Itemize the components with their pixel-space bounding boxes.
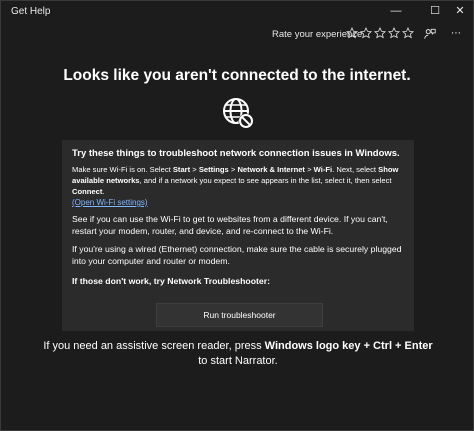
more-options-icon[interactable]: ⋯ [451, 27, 463, 41]
close-button[interactable]: ✕ [447, 1, 473, 21]
ethernet-check-text: If you're using a wired (Ethernet) conne… [72, 244, 402, 266]
star-icon[interactable] [374, 27, 386, 39]
run-troubleshooter-button[interactable]: Run troubleshooter [156, 303, 323, 327]
feedback-icon[interactable] [423, 27, 437, 41]
star-icon[interactable] [402, 27, 414, 39]
star-icon[interactable] [388, 27, 400, 39]
minimize-button[interactable]: — [383, 1, 409, 21]
troubleshooter-prompt: If those don't work, try Network Trouble… [72, 276, 271, 286]
maximize-button[interactable]: ☐ [422, 1, 448, 21]
narrator-hint: If you need an assistive screen reader, … [43, 340, 433, 367]
star-icon[interactable] [346, 27, 358, 39]
toolbar: Rate your experience ⋯ [1, 23, 473, 45]
page-title: Looks like you aren't connected to the i… [63, 67, 411, 84]
wifi-step-text: Make sure Wi-Fi is on. Select Start > Se… [72, 165, 399, 196]
title-bar[interactable]: Get Help — ☐ ✕ [1, 1, 473, 21]
globe-blocked-icon [223, 98, 254, 129]
star-icon[interactable] [360, 27, 372, 39]
panel-title: Try these things to troubleshoot network… [72, 148, 400, 159]
device-check-text: See if you can use the Wi-Fi to get to w… [72, 214, 388, 236]
get-help-window: Get Help — ☐ ✕ Rate your experience ⋯ Lo… [0, 0, 474, 431]
troubleshoot-panel: Try these things to troubleshoot network… [62, 140, 414, 331]
open-wifi-settings-link[interactable]: (Open Wi-Fi settings) [72, 198, 148, 207]
app-title: Get Help [11, 6, 51, 17]
